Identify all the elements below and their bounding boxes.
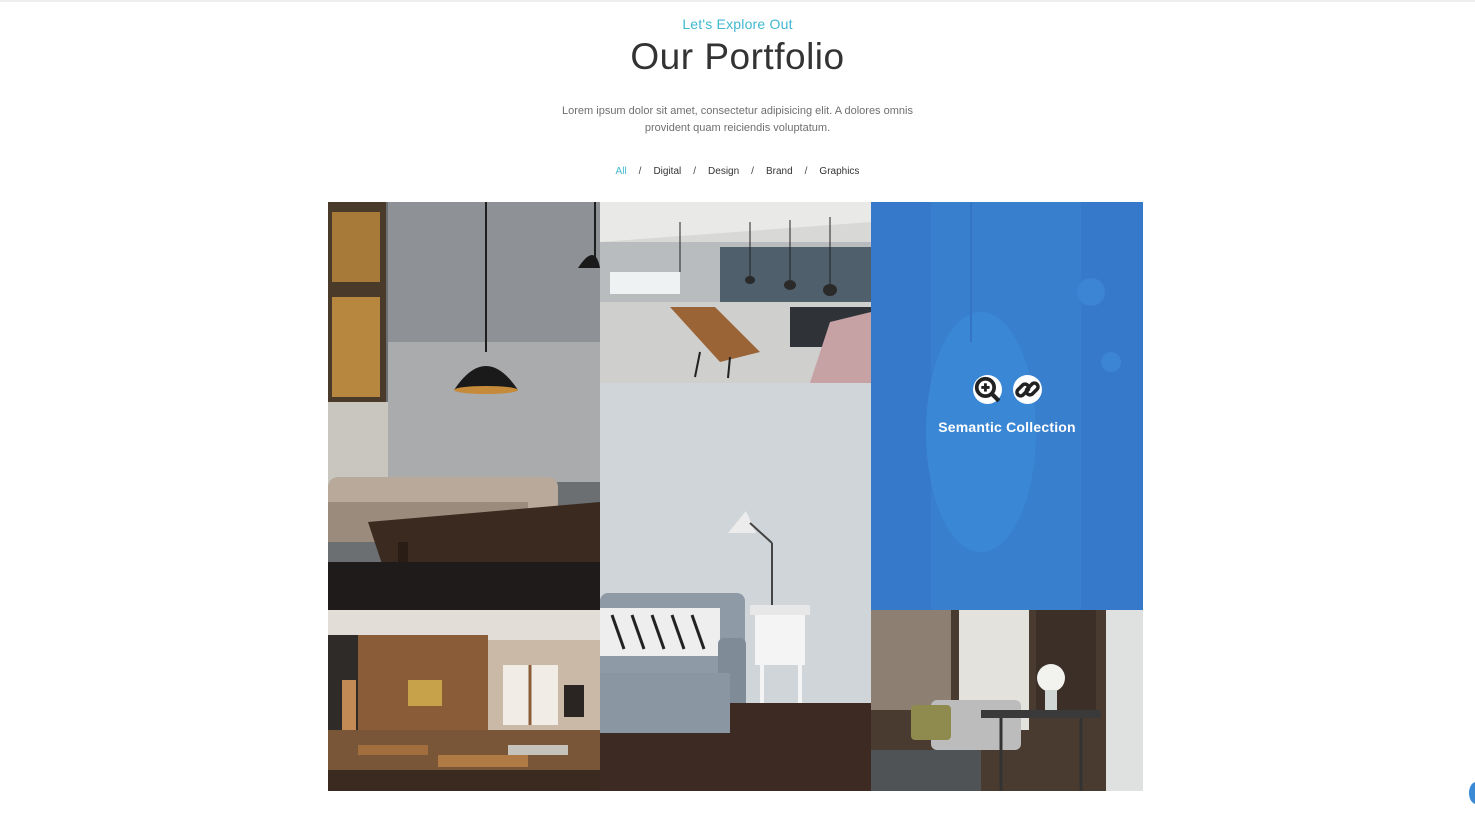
portfolio-item-semantic-collection[interactable]: Semantic Collection — [871, 202, 1143, 610]
portfolio-item-sofa-lamp[interactable] — [600, 383, 871, 791]
filter-graphics[interactable]: Graphics — [819, 166, 859, 177]
link-button[interactable] — [1012, 375, 1042, 404]
link-icon — [1014, 381, 1040, 398]
window-seating-image — [871, 610, 1143, 791]
filter-design[interactable]: Design — [708, 166, 739, 177]
filter-brand[interactable]: Brand — [766, 166, 793, 177]
portfolio-item-wooden-restaurant[interactable] — [328, 610, 600, 791]
section-title: Our Portfolio — [630, 36, 845, 77]
office-dining-image — [600, 202, 871, 383]
top-divider — [0, 0, 1475, 2]
filter-separator: / — [638, 166, 642, 177]
zoom-in-icon — [974, 376, 1000, 403]
portfolio-item-title: Semantic Collection — [938, 419, 1076, 435]
section-description: Lorem ipsum dolor sit amet, consectetur … — [562, 105, 913, 134]
filter-separator: / — [693, 166, 697, 177]
overlay-actions — [871, 375, 1143, 404]
portfolio-item-window-seating[interactable] — [871, 610, 1143, 791]
section-subtitle: Let's Explore Out — [682, 16, 793, 32]
wooden-restaurant-image — [328, 610, 600, 791]
zoom-button[interactable] — [972, 375, 1002, 404]
portfolio-filter-bar: All / Digital / Design / Brand / Graphic… — [0, 166, 1475, 177]
sofa-lamp-image — [600, 383, 871, 791]
filter-separator: / — [751, 166, 754, 177]
cafe-pendant-lamp-image — [328, 202, 600, 610]
portfolio-item-office-dining[interactable] — [600, 202, 871, 383]
filter-all[interactable]: All — [616, 166, 627, 177]
filter-separator: / — [804, 166, 808, 177]
portfolio-grid: Semantic Collection — [328, 202, 1143, 791]
hover-overlay — [871, 202, 1143, 610]
filter-digital[interactable]: Digital — [653, 166, 681, 177]
scroll-to-top-button[interactable] — [1469, 782, 1475, 804]
portfolio-item-cafe-pendant-lamp[interactable] — [328, 202, 600, 610]
